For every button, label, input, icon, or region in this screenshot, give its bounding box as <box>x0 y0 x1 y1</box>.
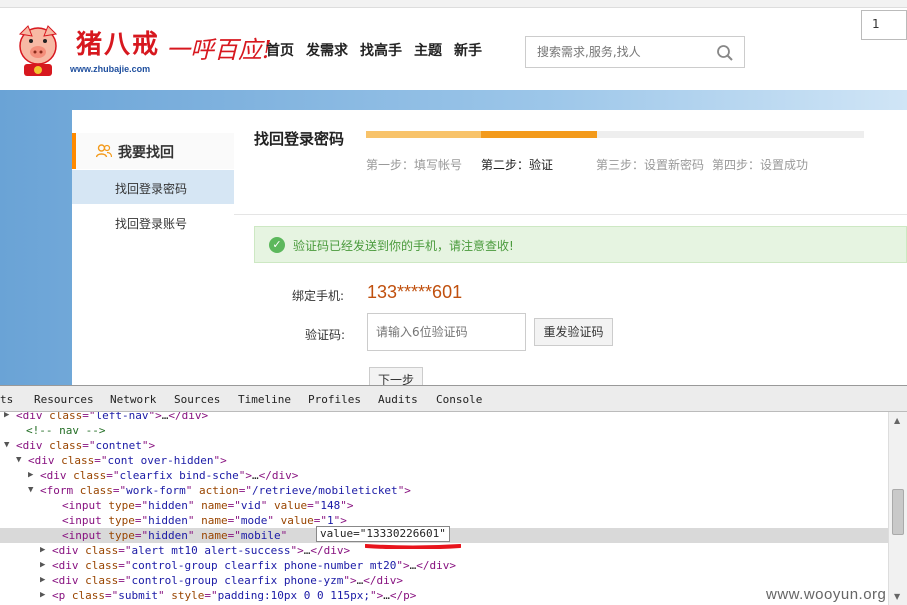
expand-arrow-icon[interactable]: ▼ <box>4 438 9 453</box>
dom-line[interactable]: ▶ <p class="submit" style="padding:10px 0… <box>0 588 888 603</box>
progress-step-2 <box>481 131 597 138</box>
divider <box>234 214 907 215</box>
code-label: 验证码: <box>305 328 346 342</box>
collapse-arrow-icon[interactable]: ▶ <box>40 573 45 588</box>
nav-newbie[interactable]: 新手 <box>454 40 482 60</box>
step-1-label: 第一步：填写帐号 <box>366 158 463 172</box>
page-number-input[interactable]: 1 <box>861 10 907 40</box>
dom-line[interactable]: ▼ <div class="contnet"> <box>0 438 888 453</box>
search-icon[interactable] <box>716 44 734 62</box>
tab-sources[interactable]: Sources <box>174 393 220 406</box>
sidebar-heading-label: 我要找回 <box>118 145 174 161</box>
tab-network[interactable]: Network <box>110 393 156 406</box>
dom-line[interactable]: ▼ <div class="cont over-hidden"> <box>0 453 888 468</box>
step-3-label: 第三步：设置新密码 <box>596 158 705 172</box>
site-header: 猪八戒 www.zhubajie.com 一呼百应! 首页 发需求 找高手 主题… <box>0 8 907 90</box>
collapse-arrow-icon[interactable]: ▶ <box>4 412 9 423</box>
tab-elements[interactable]: ts <box>0 393 13 406</box>
sidebar: 我要找回 找回登录密码 找回登录账号 <box>72 110 234 385</box>
dom-line-code: <div class="control-group clearfix phone… <box>52 574 404 587</box>
tab-resources[interactable]: Resources <box>34 393 94 406</box>
dom-line[interactable]: ▶ <div class="control-group clearfix phon… <box>0 573 888 588</box>
nav-post-request[interactable]: 发需求 <box>306 40 348 60</box>
step-4-label: 第四步：设置成功 <box>712 158 809 172</box>
pig-logo-icon <box>18 25 58 76</box>
expand-arrow-icon[interactable]: ▼ <box>28 483 33 498</box>
logo-url: www.zhubajie.com <box>70 64 151 74</box>
red-underline-mark <box>365 544 461 549</box>
dom-line-code: <div class="left-nav">…</div> <box>16 412 209 422</box>
alert-message: 验证码已经发送到你的手机，请注意查收! <box>293 239 514 253</box>
logo-text[interactable]: 猪八戒 <box>76 24 160 61</box>
tab-timeline[interactable]: Timeline <box>238 393 291 406</box>
devtools-tabs: ts Resources Network Sources Timeline Pr… <box>0 386 907 412</box>
nav-home[interactable]: 首页 <box>266 40 294 60</box>
dom-line-code: <div class="clearfix bind-sche">…</div> <box>40 469 299 482</box>
bookmarks-bar <box>0 0 907 8</box>
value-tooltip: value="13330226601" <box>316 526 450 542</box>
search-box <box>525 36 745 68</box>
dom-line-code: <div class="contnet"> <box>16 439 156 452</box>
dom-line[interactable]: <!-- nav --> <box>0 423 888 438</box>
resend-code-button[interactable]: 重发验证码 <box>534 318 613 346</box>
verification-code-input[interactable] <box>376 325 516 339</box>
collapse-arrow-icon[interactable]: ▶ <box>40 588 45 603</box>
dom-line[interactable]: ▶ <div class="control-group clearfix phon… <box>0 558 888 573</box>
nav-topics[interactable]: 主题 <box>414 40 442 60</box>
progress-step-1 <box>366 131 481 138</box>
main-nav: 首页 发需求 找高手 主题 新手 <box>266 40 494 60</box>
dom-line[interactable]: ▶ <div class="clearfix bind-sche">…</div> <box>0 468 888 483</box>
tab-console[interactable]: Console <box>436 393 482 406</box>
collapse-arrow-icon[interactable]: ▶ <box>28 468 33 483</box>
collapse-arrow-icon[interactable]: ▶ <box>40 558 45 573</box>
dom-line-code: <div class="control-group clearfix phone… <box>52 559 457 572</box>
sidebar-heading: 我要找回 <box>72 133 234 169</box>
collapse-arrow-icon[interactable]: ▶ <box>40 543 45 558</box>
dom-line-code: <div class="alert mt10 alert-success">…<… <box>52 544 351 557</box>
scroll-down-icon[interactable]: ▼ <box>894 592 900 601</box>
code-field-box <box>367 313 526 351</box>
dom-line-code: <form class="work-form" action="/retriev… <box>40 484 411 497</box>
step-progress-bar <box>366 131 864 138</box>
devtools-scrollbar[interactable]: ▲ ▼ <box>888 412 907 605</box>
dom-line-code: <p class="submit" style="padding:10px 0 … <box>52 589 417 602</box>
sidebar-item-retrieve-account[interactable]: 找回登录账号 <box>72 205 234 239</box>
dom-line-code: <!-- nav --> <box>26 424 106 437</box>
users-icon <box>96 144 112 158</box>
dom-tree: ▶ <div class="left-nav">…</div> <!-- nav -… <box>0 412 888 605</box>
check-icon: ✓ <box>269 237 285 253</box>
phone-label: 绑定手机: <box>292 289 345 303</box>
main-panel: 找回登录密码 第一步：填写帐号 第二步：验证 第三步：设置新密码 第四步：设置成… <box>234 110 907 389</box>
watermark: www.wooyun.org <box>766 586 887 603</box>
dom-line[interactable]: ▶ <div class="left-nav">…</div> <box>0 412 888 423</box>
dom-line[interactable]: <input type="hidden" name="vid" value="1… <box>0 498 888 513</box>
scroll-up-icon[interactable]: ▲ <box>894 416 900 425</box>
step-2-label: 第二步：验证 <box>481 158 554 172</box>
dom-line-code: <div class="cont over-hidden"> <box>28 454 227 467</box>
tab-profiles[interactable]: Profiles <box>308 393 361 406</box>
slogan: 一呼百应! <box>166 36 272 64</box>
dom-line[interactable]: ▼ <form class="work-form" action="/retrie… <box>0 483 888 498</box>
devtools-panel: ts Resources Network Sources Timeline Pr… <box>0 385 907 605</box>
dom-line-code: <input type="hidden" name="mode" value="… <box>62 514 347 527</box>
tab-audits[interactable]: Audits <box>378 393 418 406</box>
success-alert: ✓ 验证码已经发送到你的手机，请注意查收! <box>254 226 907 263</box>
expand-arrow-icon[interactable]: ▼ <box>16 453 21 468</box>
phone-value: 133*****601 <box>367 282 463 302</box>
search-input[interactable] <box>537 45 707 59</box>
page-title: 找回登录密码 <box>254 130 345 148</box>
nav-find-expert[interactable]: 找高手 <box>360 40 402 60</box>
dom-line-code: <input type="hidden" name="vid" value="1… <box>62 499 354 512</box>
scrollbar-thumb[interactable] <box>892 489 904 535</box>
dom-line-code: <input type="hidden" name="mobile" <box>62 529 288 542</box>
sidebar-item-retrieve-password[interactable]: 找回登录密码 <box>72 170 234 204</box>
